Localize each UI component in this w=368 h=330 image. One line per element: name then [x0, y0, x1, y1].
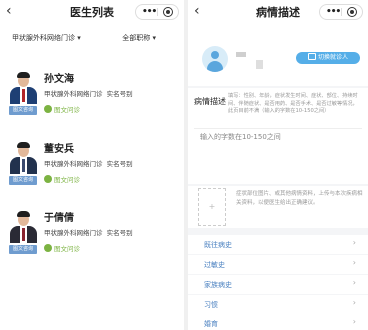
- consult-tag: 图文咨询: [9, 176, 37, 185]
- chat-icon: [44, 175, 52, 183]
- text-consult-service[interactable]: 图文问诊: [44, 243, 80, 253]
- chevron-right-icon: ›: [352, 298, 356, 307]
- more-icon[interactable]: •••: [326, 5, 341, 19]
- history-row-allergy[interactable]: 过敏史 ›: [188, 255, 368, 274]
- patient-info-blurred: [256, 60, 263, 69]
- description-section: 病情描述 填写：性别、年龄，症状发生时间、症状、部位、持续时间、伴随症状、是否用…: [188, 88, 368, 184]
- input-placeholder: 输入的字数在10-150之间: [200, 133, 281, 141]
- switch-icon: [307, 53, 316, 60]
- doctor-name: 董安兵: [44, 144, 74, 155]
- patient-profile: 切换就诊人: [188, 36, 368, 86]
- doctor-card[interactable]: 图文咨询 孙文海 甲状腺外科网络门诊 实名号别 图文问诊: [0, 66, 184, 124]
- upload-section: + 症状部位图片、或其他病情资料，上传与本次疾病相关资料，以便医生给出正确建议。: [188, 186, 368, 228]
- patient-name-blurred: [236, 52, 246, 57]
- history-row-family[interactable]: 家族病史 ›: [188, 275, 368, 294]
- description-input[interactable]: 输入的字数在10-150之间: [194, 128, 362, 153]
- close-target-icon[interactable]: [347, 7, 357, 17]
- filter-bar: 甲状腺外科网络门诊 ▾ 全部职称 ▾: [0, 24, 184, 46]
- history-row-past-illness[interactable]: 既往病史 ›: [188, 235, 368, 254]
- doctor-card[interactable]: 图文咨询 董安兵 甲状腺外科网络门诊 实名号别 图文问诊: [0, 136, 184, 194]
- chevron-right-icon: ›: [352, 317, 356, 326]
- doctor-list-screen: ‹ 医生列表 ••• 甲状腺外科网络门诊 ▾ 全部职称 ▾ 图文咨询 孙文海 甲…: [0, 0, 184, 330]
- text-consult-service[interactable]: 图文问诊: [44, 174, 80, 184]
- chevron-right-icon: ›: [352, 278, 356, 287]
- upload-hint: 症状部位图片、或其他病情资料，上传与本次疾病相关资料，以便医生给出正确建议。: [236, 191, 363, 206]
- mini-program-capsule: •••: [135, 4, 179, 20]
- chat-icon: [44, 105, 52, 113]
- consult-tag: 图文咨询: [9, 245, 37, 254]
- doctor-avatar: [10, 142, 37, 174]
- close-target-icon[interactable]: [163, 7, 173, 17]
- doctor-card[interactable]: 图文咨询 于倩倩 甲状腺外科网络门诊 实名号别 图文问诊: [0, 205, 184, 263]
- description-hint: 填写：性别、年龄，症状发生时间、症状、部位、持续时间、伴随症状、是否用药、是否手…: [228, 93, 358, 114]
- chevron-right-icon: ›: [352, 238, 356, 247]
- chevron-right-icon: ›: [352, 258, 356, 267]
- doctor-department: 甲状腺外科网络门诊 实名号别: [44, 160, 133, 168]
- doctor-department: 甲状腺外科网络门诊 实名号别: [44, 90, 133, 98]
- history-row-habits[interactable]: 习惯 ›: [188, 295, 368, 314]
- nav-bar: ‹ 病情描述 •••: [188, 0, 368, 36]
- mini-program-capsule: •••: [319, 4, 363, 20]
- more-icon[interactable]: •••: [142, 5, 157, 19]
- condition-description-screen: ‹ 病情描述 ••• 切换就诊人 病情描述 填写：性别、年龄，症状发生时间、症状…: [188, 0, 368, 330]
- patient-avatar-icon: [202, 46, 228, 72]
- switch-patient-button[interactable]: 切换就诊人: [296, 52, 360, 64]
- history-row-marriage[interactable]: 婚育 ›: [188, 314, 368, 330]
- title-filter[interactable]: 全部职称 ▾: [122, 33, 156, 43]
- doctor-avatar: [10, 211, 37, 243]
- add-image-button[interactable]: +: [198, 188, 226, 226]
- doctor-avatar: [10, 72, 37, 104]
- description-label: 病情描述: [194, 97, 226, 106]
- text-consult-service[interactable]: 图文问诊: [44, 104, 80, 114]
- department-filter[interactable]: 甲状腺外科网络门诊 ▾: [12, 33, 81, 43]
- nav-bar: ‹ 医生列表 •••: [0, 0, 184, 24]
- doctor-name: 于倩倩: [44, 213, 74, 224]
- chat-icon: [44, 244, 52, 252]
- doctor-name: 孙文海: [44, 74, 74, 85]
- consult-tag: 图文咨询: [9, 106, 37, 115]
- doctor-department: 甲状腺外科网络门诊 实名号别: [44, 229, 133, 237]
